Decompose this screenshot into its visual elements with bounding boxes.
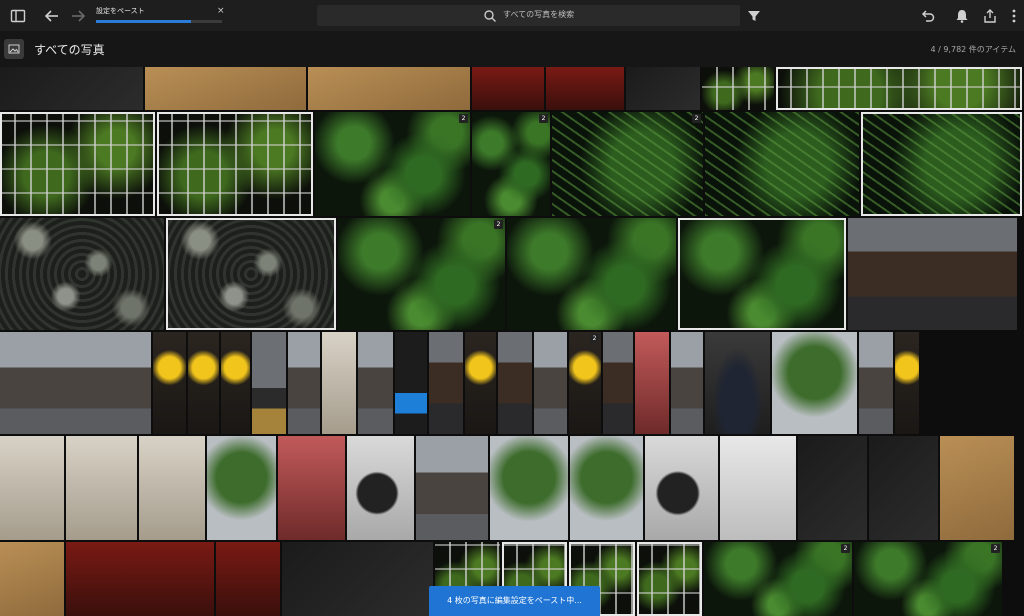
photo-thumbnail[interactable] (472, 67, 544, 110)
stack-count-badge: 2 (991, 544, 1000, 553)
paste-progress: 設定をペースト (96, 4, 224, 26)
photo-thumbnail[interactable] (0, 112, 155, 216)
paste-toast: 4 枚の写真に編集設定をペースト中... (429, 586, 600, 616)
stack-count-badge: 2 (539, 114, 548, 123)
photo-thumbnail[interactable] (645, 436, 718, 540)
photo-thumbnail[interactable] (308, 67, 470, 110)
search-input[interactable]: すべての写真を検索 (503, 9, 574, 20)
sidebar-toggle-icon[interactable] (8, 6, 28, 26)
photo-thumbnail[interactable] (0, 332, 151, 434)
photo-thumbnail[interactable] (139, 436, 205, 540)
share-icon[interactable] (980, 6, 1000, 26)
photo-thumbnail[interactable] (776, 67, 1022, 110)
photo-thumbnail[interactable] (546, 67, 624, 110)
photo-thumbnail[interactable] (637, 542, 702, 616)
photo-thumbnail[interactable] (678, 218, 846, 330)
photo-thumbnail[interactable] (358, 332, 393, 434)
stack-count-badge: 2 (841, 544, 850, 553)
stack-count-badge: 2 (692, 114, 701, 123)
undo-icon[interactable] (918, 6, 938, 26)
photo-thumbnail[interactable] (188, 332, 219, 434)
photo-thumbnail[interactable] (145, 67, 306, 110)
progress-label: 設定をペースト (96, 7, 145, 15)
photo-thumbnail[interactable] (66, 542, 214, 616)
photo-grid: 2 2 2 2 2 2 2 (0, 67, 1024, 616)
photo-thumbnail[interactable] (702, 67, 774, 110)
photo-thumbnail[interactable] (940, 436, 1014, 540)
photo-thumbnail[interactable] (416, 436, 488, 540)
photo-thumbnail[interactable] (635, 332, 669, 434)
photo-thumbnail[interactable] (798, 436, 867, 540)
photo-thumbnail[interactable] (395, 332, 427, 434)
search-bar[interactable]: すべての写真を検索 (317, 5, 740, 26)
filter-icon[interactable] (744, 6, 764, 26)
stack-count-badge: 2 (459, 114, 468, 123)
back-arrow-icon[interactable] (42, 6, 62, 26)
photo-thumbnail[interactable] (507, 218, 676, 330)
photo-thumbnail[interactable] (570, 436, 643, 540)
photo-thumbnail[interactable]: 2 (472, 112, 550, 216)
photo-thumbnail[interactable] (705, 112, 859, 216)
photo-thumbnail[interactable] (895, 332, 919, 434)
photo-thumbnail[interactable] (626, 67, 700, 110)
album-header: すべての写真 4 / 9,782 件のアイテム (0, 31, 1024, 67)
item-count: 4 / 9,782 件のアイテム (930, 45, 1016, 54)
photo-thumbnail[interactable]: 2 (569, 332, 601, 434)
photo-thumbnail[interactable]: 2 (854, 542, 1002, 616)
page-title: すべての写真 (34, 43, 105, 57)
photo-thumbnail[interactable]: 2 (552, 112, 703, 216)
photo-thumbnail[interactable] (465, 332, 496, 434)
photo-thumbnail[interactable] (498, 332, 532, 434)
photo-thumbnail[interactable] (869, 436, 938, 540)
photo-thumbnail[interactable] (720, 436, 796, 540)
photo-thumbnail[interactable] (153, 332, 186, 434)
photo-thumbnail[interactable] (221, 332, 250, 434)
photo-thumbnail[interactable] (216, 542, 280, 616)
photo-thumbnail[interactable] (0, 436, 64, 540)
photo-thumbnail[interactable] (534, 332, 567, 434)
photo-thumbnail[interactable]: 2 (704, 542, 852, 616)
album-photo-icon[interactable] (4, 39, 24, 59)
photo-thumbnail[interactable]: 2 (338, 218, 505, 330)
stack-count-badge: 2 (590, 334, 599, 343)
photo-thumbnail[interactable] (603, 332, 633, 434)
photo-thumbnail[interactable] (429, 332, 463, 434)
forward-arrow-icon[interactable] (68, 6, 88, 26)
photo-thumbnail[interactable] (347, 436, 414, 540)
photo-thumbnail[interactable] (0, 218, 164, 330)
photo-thumbnail[interactable] (671, 332, 703, 434)
photo-thumbnail[interactable] (859, 332, 893, 434)
photo-thumbnail[interactable] (288, 332, 320, 434)
progress-close-button[interactable]: × (217, 6, 225, 16)
photo-thumbnail[interactable] (490, 436, 568, 540)
stack-count-badge: 2 (494, 220, 503, 229)
photo-thumbnail[interactable] (861, 112, 1022, 216)
photo-thumbnail[interactable] (772, 332, 857, 434)
photo-thumbnail[interactable] (0, 542, 64, 616)
photo-thumbnail[interactable]: 2 (315, 112, 470, 216)
top-toolbar: 設定をペースト × すべての写真を検索 (0, 0, 1024, 31)
progress-fill (96, 20, 191, 23)
photo-thumbnail[interactable] (157, 112, 313, 216)
photo-thumbnail[interactable] (0, 67, 143, 110)
search-icon (483, 8, 497, 22)
photo-thumbnail[interactable] (848, 218, 1017, 330)
photo-thumbnail[interactable] (252, 332, 286, 434)
photo-thumbnail[interactable] (207, 436, 276, 540)
progress-track (96, 20, 222, 23)
photo-thumbnail[interactable] (166, 218, 336, 330)
photo-thumbnail[interactable] (282, 542, 433, 616)
photo-thumbnail[interactable] (705, 332, 770, 434)
more-icon[interactable] (1004, 6, 1024, 26)
bell-icon[interactable] (952, 6, 972, 26)
photo-thumbnail[interactable] (278, 436, 345, 540)
photo-thumbnail[interactable] (322, 332, 356, 434)
photo-thumbnail[interactable] (66, 436, 137, 540)
